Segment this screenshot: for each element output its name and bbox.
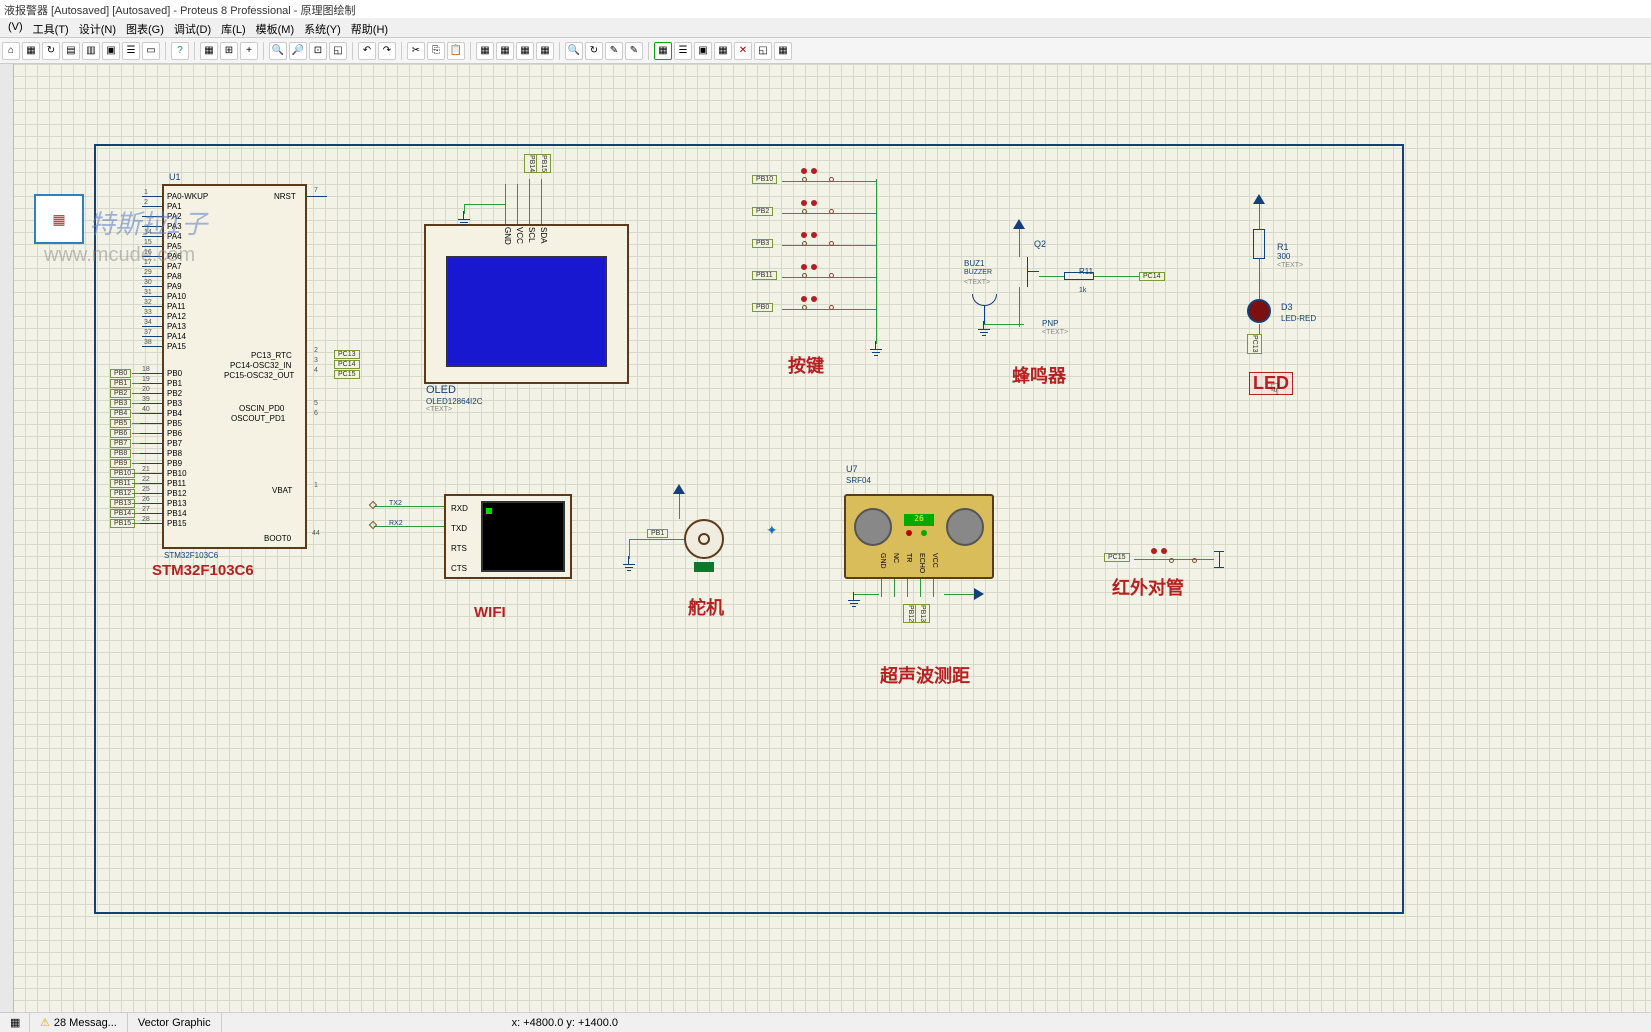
servo-icon xyxy=(684,519,724,559)
undo-button[interactable]: ↶ xyxy=(358,42,376,60)
tool-button[interactable]: 🔍 xyxy=(565,42,583,60)
center-button[interactable]: + xyxy=(240,42,258,60)
tool-button[interactable]: ☰ xyxy=(122,42,140,60)
button-block[interactable]: PB10 PB2 PB3 PB11 PB0 xyxy=(744,169,894,344)
menu-item[interactable]: (V) xyxy=(4,20,27,35)
pin-pc14: PC14-OSC32_IN xyxy=(230,361,291,370)
component-preview: ▦ xyxy=(34,194,84,244)
status-icon[interactable]: ▦ xyxy=(0,1013,30,1032)
cursor-icon: ☟ xyxy=(1270,380,1280,400)
menu-item[interactable]: 帮助(H) xyxy=(347,20,392,35)
servo-block[interactable]: PB1 xyxy=(629,484,749,604)
buzzer-block[interactable]: Q2 BUZ1 BUZZER <TEXT> R11 1k PNP <TEXT> … xyxy=(964,209,1174,379)
messages-status[interactable]: ⚠28 Messag... xyxy=(30,1013,128,1032)
net-pc15: PC15 xyxy=(334,370,360,379)
us-part: SRF04 xyxy=(846,476,871,485)
tool-button[interactable]: ◱ xyxy=(754,42,772,60)
zoom-in-button[interactable]: 🔍 xyxy=(269,42,287,60)
copy-button[interactable]: ⎘ xyxy=(427,42,445,60)
mcu-part-label: STM32F103C6 xyxy=(152,562,254,579)
tool-button[interactable]: ✎ xyxy=(625,42,643,60)
menu-item[interactable]: 工具(T) xyxy=(29,20,73,35)
oled-part: OLED12864I2C xyxy=(426,397,482,406)
servo-label: 舵机 xyxy=(688,594,724,620)
print-button[interactable]: ▭ xyxy=(142,42,160,60)
zoom-fit-button[interactable]: ⊡ xyxy=(309,42,327,60)
watermark: 特斯拉1子 xyxy=(89,204,207,241)
us-reading: 26 xyxy=(904,514,934,526)
cut-button[interactable]: ✂ xyxy=(407,42,425,60)
zoom-out-button[interactable]: 🔎 xyxy=(289,42,307,60)
oled-body[interactable] xyxy=(424,224,629,384)
menu-item[interactable]: 模板(M) xyxy=(252,20,299,35)
wifi-body[interactable]: RXD TXD RTS CTS xyxy=(444,494,572,579)
menu-item[interactable]: 库(L) xyxy=(217,20,249,35)
refresh-button[interactable]: ↻ xyxy=(42,42,60,60)
home-button[interactable]: ⌂ xyxy=(2,42,20,60)
grid-button[interactable]: ▦ xyxy=(200,42,218,60)
pin-nrst: NRST xyxy=(274,192,296,201)
watermark-url: www.mcude.com xyxy=(44,244,195,267)
block-button[interactable]: ▦ xyxy=(536,42,554,60)
vcc-arrow-icon xyxy=(1013,219,1025,229)
tool-button[interactable]: ✕ xyxy=(734,42,752,60)
tool-button[interactable]: ▣ xyxy=(102,42,120,60)
tool-button[interactable]: ▦ xyxy=(774,42,792,60)
wifi-label: WIFI xyxy=(474,604,506,621)
led-block[interactable]: R1 300 <TEXT> D3 LED-RED PC13 xyxy=(1239,194,1319,394)
buttons-label: 按键 xyxy=(788,352,824,378)
mode-status: Vector Graphic xyxy=(128,1013,222,1032)
oled-screen xyxy=(446,256,607,367)
led-icon xyxy=(1247,299,1271,323)
gnd-icon xyxy=(870,349,882,359)
pin-pc13: PC13_RTC xyxy=(251,351,292,360)
gnd-icon xyxy=(978,329,990,339)
status-bar: ▦ ⚠28 Messag... Vector Graphic x: +4800.… xyxy=(0,1012,1651,1032)
us-ref: U7 xyxy=(846,464,858,474)
menu-item[interactable]: 系统(Y) xyxy=(300,20,345,35)
menu-item[interactable]: 图表(G) xyxy=(122,20,168,35)
grid-button[interactable]: ⊞ xyxy=(220,42,238,60)
vcc-arrow-icon xyxy=(1253,194,1265,204)
tool-button[interactable]: ▣ xyxy=(694,42,712,60)
zoom-area-button[interactable]: ◱ xyxy=(329,42,347,60)
menu-bar[interactable]: (V) 工具(T) 设计(N) 图表(G) 调试(D) 库(L) 模板(M) 系… xyxy=(0,18,1651,38)
title-bar: 液报警器 [Autosaved] [Autosaved] - Proteus 8… xyxy=(0,0,1651,18)
redo-button[interactable]: ↷ xyxy=(378,42,396,60)
block-button[interactable]: ▦ xyxy=(476,42,494,60)
ir-label: 红外对管 xyxy=(1112,574,1184,600)
origin-marker-icon: ✦ xyxy=(766,522,778,539)
toolbar: ⌂ ▦ ↻ ▤ ▥ ▣ ☰ ▭ ? ▦ ⊞ + 🔍 🔎 ⊡ ◱ ↶ ↷ ✂ ⎘ … xyxy=(0,38,1651,64)
help-button[interactable]: ? xyxy=(171,42,189,60)
schematic-canvas[interactable]: ▦ 特斯拉1子 www.mcude.com U1 STM32F103C6 STM… xyxy=(14,64,1651,1012)
menu-item[interactable]: 调试(D) xyxy=(170,20,215,35)
tool-button[interactable]: ☰ xyxy=(674,42,692,60)
net-pc13: PC13 xyxy=(334,350,360,359)
tool-button[interactable]: ▦ xyxy=(714,42,732,60)
left-sidebar[interactable] xyxy=(0,64,14,1012)
menu-item[interactable]: 设计(N) xyxy=(75,20,120,35)
net-pc14: PC14 xyxy=(334,360,360,369)
buzzer-label: 蜂鸣器 xyxy=(1012,362,1066,388)
pin-pc15: PC15-OSC32_OUT xyxy=(224,371,294,380)
tool-button[interactable]: ▤ xyxy=(62,42,80,60)
tool-button[interactable]: ✎ xyxy=(605,42,623,60)
mcu-ref: U1 xyxy=(169,172,181,182)
paste-button[interactable]: 📋 xyxy=(447,42,465,60)
tool-button[interactable]: ▦ xyxy=(654,42,672,60)
tool-button[interactable]: ↻ xyxy=(585,42,603,60)
block-button[interactable]: ▦ xyxy=(516,42,534,60)
block-button[interactable]: ▦ xyxy=(496,42,514,60)
ultrasonic-label: 超声波测距 xyxy=(880,662,970,688)
mcu-footprint: STM32F103C6 xyxy=(164,551,218,560)
tool-button[interactable]: ▦ xyxy=(22,42,40,60)
tool-button[interactable]: ▥ xyxy=(82,42,100,60)
coords-status: x: +4800.0 y: +1400.0 xyxy=(502,1013,628,1032)
oled-ref: OLED xyxy=(426,384,456,396)
gnd-icon xyxy=(458,219,470,229)
